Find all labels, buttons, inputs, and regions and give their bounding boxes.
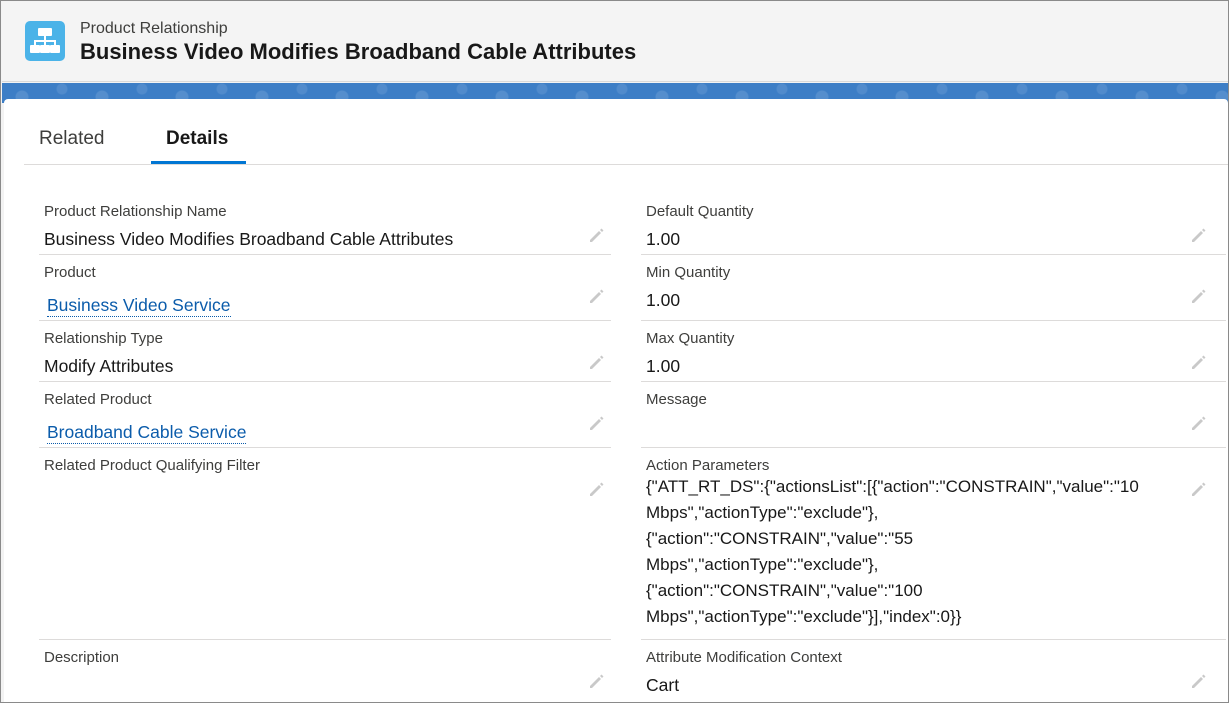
tab-bar: Related Details: [24, 121, 1228, 165]
field-value: 1.00: [646, 290, 681, 310]
edit-pencil-icon[interactable]: [1189, 481, 1207, 499]
field-divider: [641, 320, 1226, 321]
field-action-parameters: Action Parameters {"ATT_RT_DS":{"actions…: [646, 457, 1228, 637]
record-header: Product Relationship Business Video Modi…: [2, 2, 1228, 82]
field-value: Business Video Modifies Broadband Cable …: [44, 229, 454, 249]
edit-pencil-icon[interactable]: [587, 227, 605, 245]
field-label: Description: [44, 649, 120, 666]
edit-pencil-icon[interactable]: [587, 288, 605, 306]
field-divider: [641, 447, 1226, 448]
field-label: Product Relationship Name: [44, 203, 227, 220]
edit-pencil-icon[interactable]: [587, 354, 605, 372]
field-label: Related Product: [44, 391, 152, 408]
field-value: Modify Attributes: [44, 356, 174, 376]
field-value: 1.00: [646, 356, 681, 376]
field-label: Action Parameters: [646, 457, 770, 474]
field-description: Description: [44, 649, 614, 699]
field-label: Relationship Type: [44, 330, 163, 347]
field-default-quantity: Default Quantity 1.00: [646, 203, 1228, 253]
field-divider: [39, 447, 611, 448]
edit-pencil-icon[interactable]: [1189, 673, 1207, 691]
field-divider: [641, 639, 1226, 640]
product-link[interactable]: Business Video Service: [47, 295, 231, 317]
field-max-quantity: Max Quantity 1.00: [646, 330, 1228, 380]
field-label: Message: [646, 391, 707, 408]
page-frame: Product Relationship Business Video Modi…: [0, 0, 1229, 703]
object-type-label: Product Relationship: [80, 20, 228, 37]
action-parameters-line: {"action":"CONSTRAIN","value":"55: [646, 529, 914, 548]
field-product-relationship-name: Product Relationship Name Business Video…: [44, 203, 614, 253]
edit-pencil-icon[interactable]: [1189, 415, 1207, 433]
action-parameters-line: {"ATT_RT_DS":{"actionsList":[{"action":"…: [646, 477, 1139, 496]
field-label: Attribute Modification Context: [646, 649, 842, 666]
field-label: Default Quantity: [646, 203, 754, 220]
edit-pencil-icon[interactable]: [1189, 288, 1207, 306]
action-parameters-line: Mbps","actionType":"exclude"},: [646, 555, 879, 574]
field-related-product-qualifying-filter: Related Product Qualifying Filter: [44, 457, 614, 637]
field-min-quantity: Min Quantity 1.00: [646, 264, 1228, 319]
hierarchy-icon: [25, 21, 65, 61]
field-divider: [641, 381, 1226, 382]
record-detail-card: Related Details Product Relationship Nam…: [4, 99, 1228, 702]
edit-pencil-icon[interactable]: [587, 415, 605, 433]
field-label: Max Quantity: [646, 330, 735, 347]
active-tab-indicator: [151, 161, 246, 164]
action-parameters-line: Mbps","actionType":"exclude"},: [646, 503, 879, 522]
field-value: Cart: [646, 675, 680, 695]
edit-pencil-icon[interactable]: [587, 673, 605, 691]
field-relationship-type: Relationship Type Modify Attributes: [44, 330, 614, 380]
field-label: Product: [44, 264, 96, 281]
action-parameters-value: {"ATT_RT_DS":{"actionsList":[{"action":"…: [646, 474, 1186, 630]
field-related-product: Related Product Broadband Cable Service: [44, 391, 614, 446]
field-attribute-modification-context: Attribute Modification Context Cart: [646, 649, 1228, 699]
action-parameters-line: Mbps","actionType":"exclude"}],"index":0…: [646, 607, 962, 626]
related-product-link[interactable]: Broadband Cable Service: [47, 422, 247, 444]
field-divider: [39, 320, 611, 321]
record-title: Business Video Modifies Broadband Cable …: [80, 39, 637, 64]
field-label: Related Product Qualifying Filter: [44, 457, 260, 474]
field-value: 1.00: [646, 229, 681, 249]
edit-pencil-icon[interactable]: [1189, 227, 1207, 245]
edit-pencil-icon[interactable]: [1189, 354, 1207, 372]
field-divider: [39, 381, 611, 382]
tab-related[interactable]: Related: [39, 128, 105, 150]
field-divider: [39, 639, 611, 640]
edit-pencil-icon[interactable]: [587, 481, 605, 499]
tab-details[interactable]: Details: [166, 128, 228, 150]
field-divider: [39, 254, 611, 255]
field-message: Message: [646, 391, 1228, 446]
action-parameters-line: {"action":"CONSTRAIN","value":"100: [646, 581, 923, 600]
field-divider: [641, 254, 1226, 255]
field-label: Min Quantity: [646, 264, 731, 281]
field-product: Product Business Video Service: [44, 264, 614, 319]
